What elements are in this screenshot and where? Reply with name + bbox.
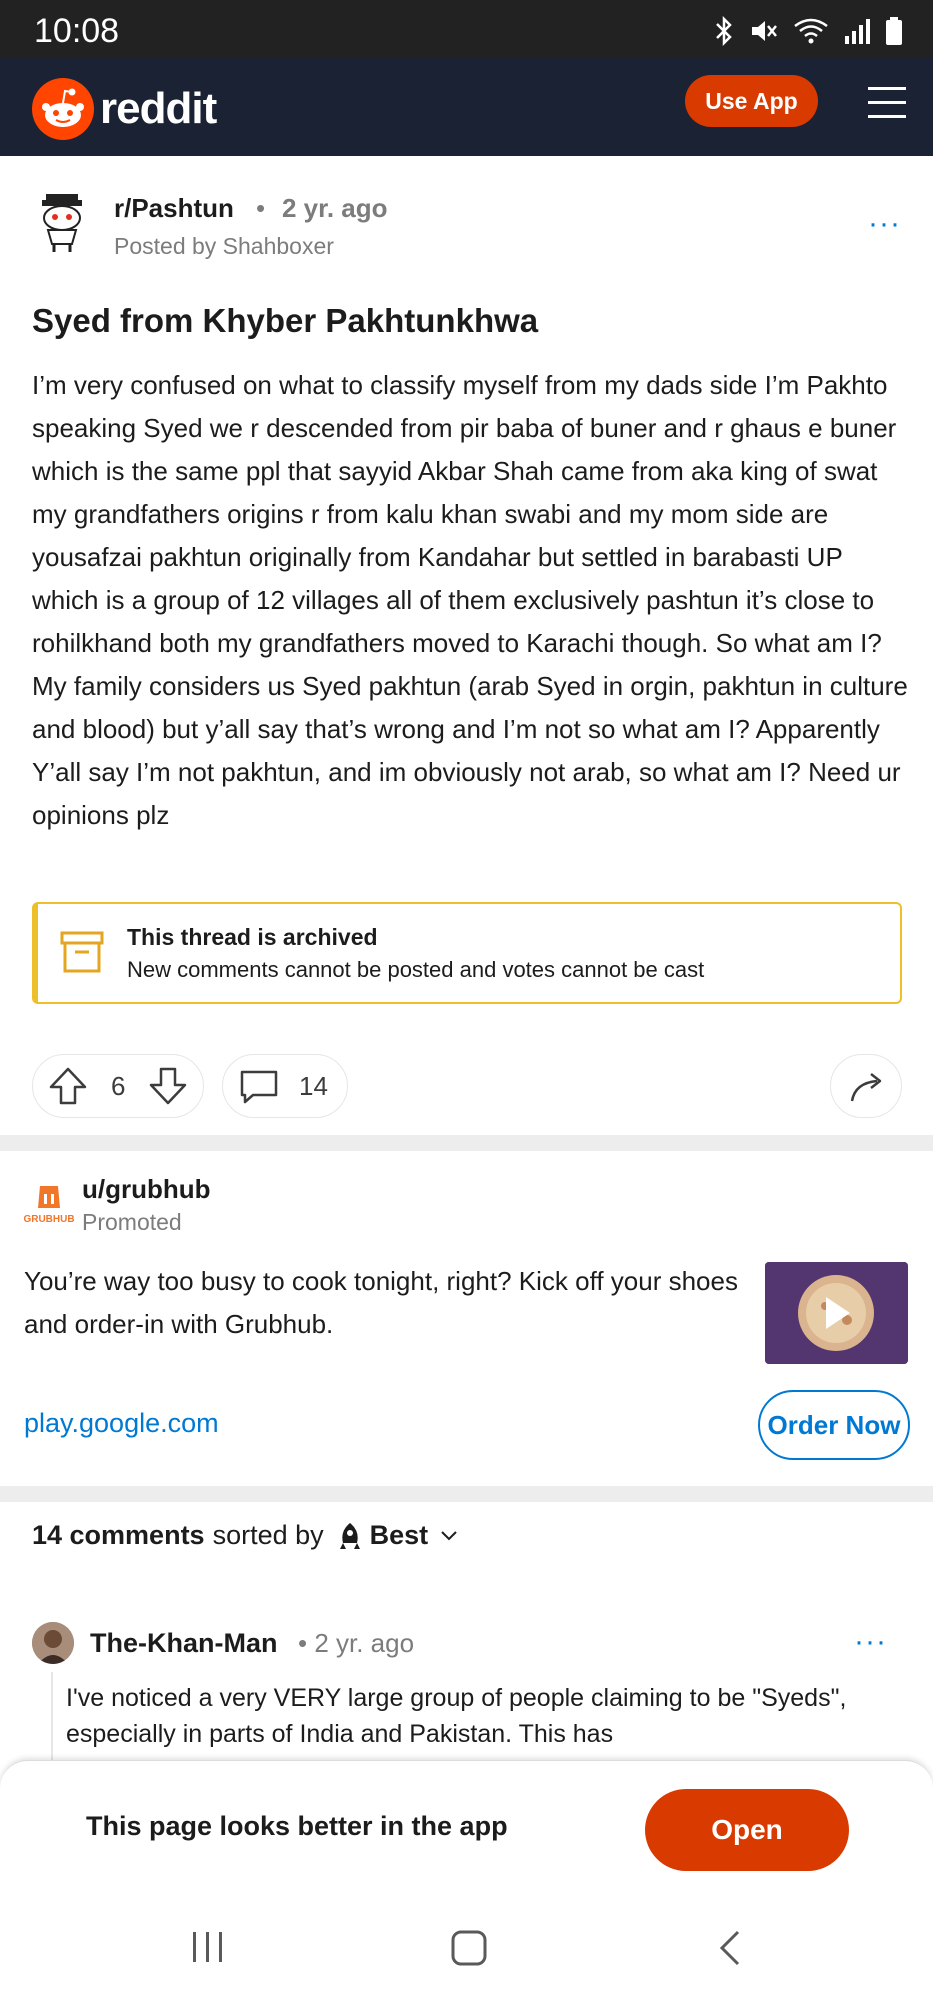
- ad-username[interactable]: u/grubhub: [82, 1174, 211, 1205]
- grubhub-logo[interactable]: GRUBHUB: [23, 1180, 75, 1230]
- archived-subtitle: New comments cannot be posted and votes …: [127, 957, 705, 982]
- archive-box-icon: [60, 931, 104, 973]
- comment-time-text: 2 yr. ago: [314, 1628, 415, 1658]
- section-divider: [0, 1135, 933, 1151]
- post-time: 2 yr. ago: [282, 193, 388, 223]
- signal-icon: [845, 19, 870, 44]
- order-now-button[interactable]: Order Now: [758, 1390, 910, 1460]
- subreddit-name[interactable]: r/Pashtun: [114, 193, 234, 224]
- recent-apps-icon[interactable]: [190, 1929, 226, 1965]
- share-arrow-icon: [850, 1073, 882, 1102]
- grubhub-bag-icon: GRUBHUB: [23, 1186, 75, 1225]
- upvote-arrow-icon[interactable]: [47, 1065, 89, 1107]
- downvote-arrow-icon[interactable]: [147, 1065, 189, 1107]
- comment-author-avatar[interactable]: [32, 1622, 74, 1664]
- hamburger-menu-icon[interactable]: [868, 87, 906, 119]
- play-icon: [826, 1297, 850, 1329]
- comments-count: 14 comments: [32, 1520, 205, 1550]
- subreddit-avatar[interactable]: [34, 192, 90, 254]
- grubhub-logo-text: GRUBHUB: [24, 1214, 74, 1225]
- wifi-icon: [794, 18, 828, 44]
- sorted-by-label: sorted by: [212, 1520, 324, 1550]
- comment-author[interactable]: The-Khan-Man: [90, 1628, 277, 1659]
- status-time: 10:08: [34, 12, 120, 50]
- separator-dot: •: [256, 193, 266, 223]
- status-bar: 10:08: [0, 0, 933, 58]
- comment-thread-line[interactable]: [51, 1672, 53, 1772]
- chevron-down-icon[interactable]: [440, 1530, 458, 1542]
- comment-time: • 2 yr. ago: [298, 1628, 415, 1658]
- post-title: Syed from Khyber Pakhtunkhwa: [32, 302, 539, 339]
- back-nav-icon[interactable]: [716, 1929, 744, 1967]
- comments-sort-bar: 14 comments sorted by Best: [32, 1520, 458, 1551]
- posted-by[interactable]: Posted by Shahboxer: [114, 233, 334, 260]
- rocket-sort-icon: [339, 1522, 360, 1549]
- comment-bubble-icon: [240, 1070, 278, 1104]
- reddit-snoo-icon: [32, 78, 94, 140]
- mute-icon: [752, 21, 777, 41]
- battery-icon: [886, 17, 902, 45]
- ad-text: You’re way too busy to cook tonight, rig…: [24, 1266, 738, 1339]
- share-button[interactable]: [830, 1054, 902, 1118]
- bluetooth-icon: [716, 16, 732, 46]
- open-app-button[interactable]: Open: [645, 1789, 849, 1871]
- post-more-options-icon[interactable]: ···: [868, 209, 901, 239]
- promoted-label: Promoted: [82, 1209, 182, 1235]
- reddit-wordmark: reddit: [100, 84, 217, 133]
- comment-count: 14: [299, 1071, 328, 1101]
- sheet-message: This page looks better in the app: [86, 1811, 508, 1841]
- use-app-button[interactable]: Use App: [685, 75, 818, 127]
- comment-body: I've noticed a very VERY large group of …: [66, 1684, 847, 1748]
- archived-title: This thread is archived: [127, 924, 378, 950]
- comments-button[interactable]: 14: [222, 1054, 348, 1118]
- top-navbar: reddit Use App: [0, 58, 933, 156]
- ad-domain-link[interactable]: play.google.com: [24, 1408, 219, 1439]
- open-in-app-sheet: This page looks better in the app Open: [0, 1760, 933, 2000]
- home-nav-icon[interactable]: [450, 1929, 488, 1967]
- section-divider: [0, 1486, 933, 1502]
- archived-notice: This thread is archived New comments can…: [32, 902, 902, 1004]
- avatar-photo: [32, 1622, 74, 1664]
- ad-video-thumbnail[interactable]: [765, 1262, 908, 1364]
- sort-option[interactable]: Best: [370, 1520, 429, 1551]
- post-body: I’m very confused on what to classify my…: [32, 370, 908, 830]
- reddit-logo[interactable]: reddit: [32, 78, 217, 140]
- status-icons: [713, 16, 903, 46]
- comment-more-options-icon[interactable]: ···: [854, 1627, 887, 1657]
- vote-count: 6: [111, 1071, 126, 1101]
- vote-control: 6: [32, 1054, 204, 1118]
